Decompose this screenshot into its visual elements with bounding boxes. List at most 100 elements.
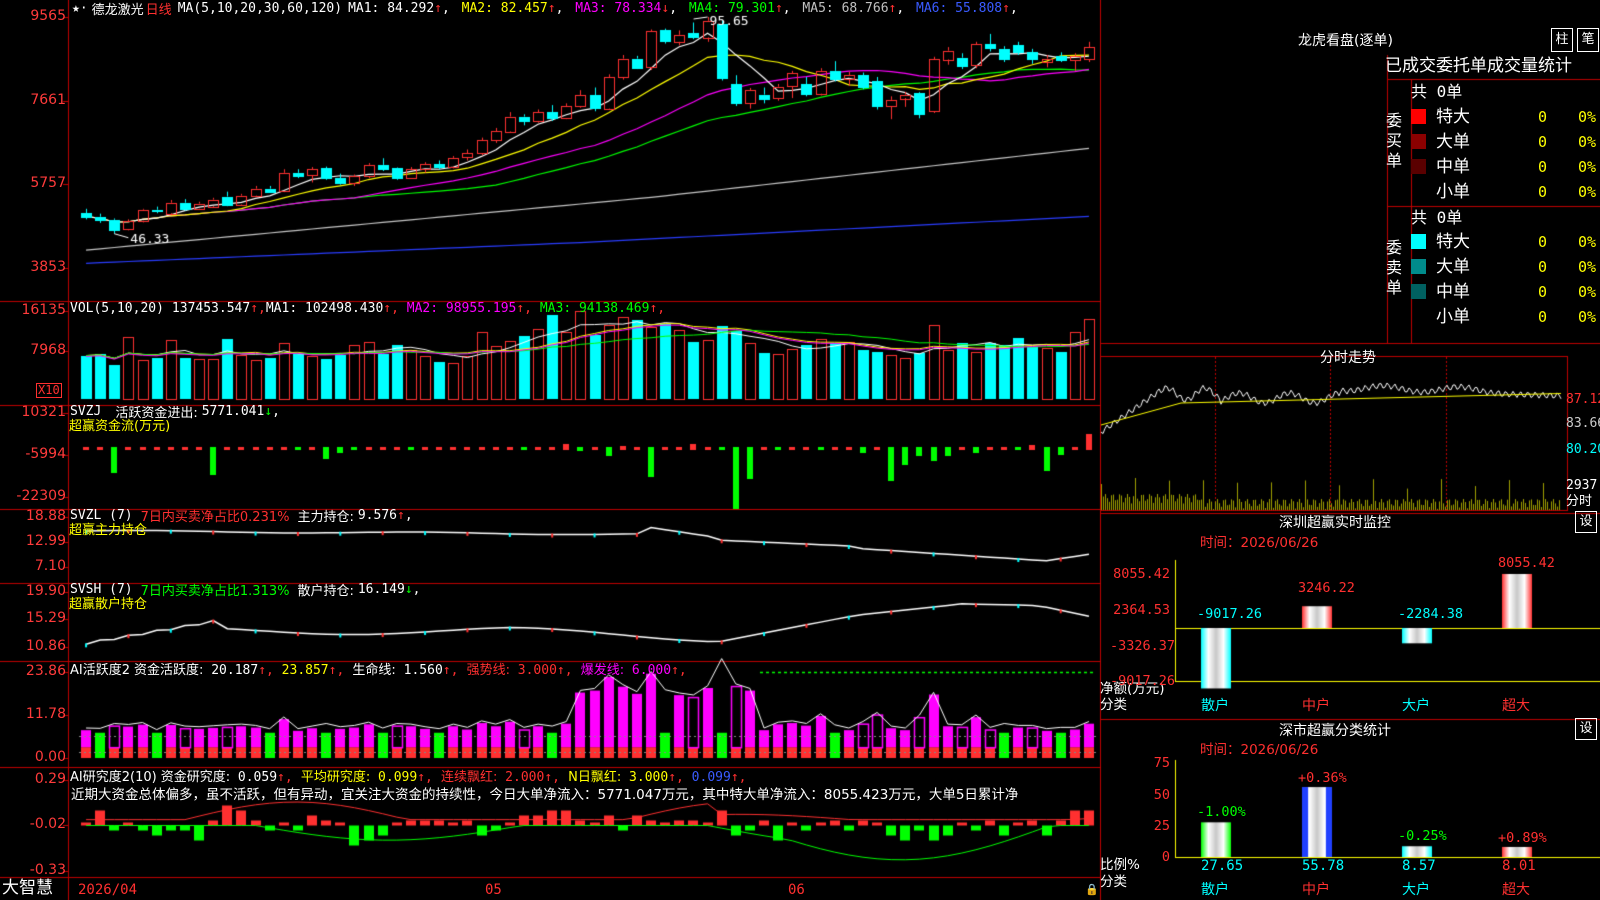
ai1-code: AI活跃度2 — [70, 662, 130, 678]
monitor-tick: -3326.37 — [1110, 638, 1176, 654]
monitor-settings-button[interactable]: 设 — [1575, 511, 1597, 533]
ma-value: 68.766 — [841, 0, 889, 16]
stats-value: 8.57 — [1402, 858, 1436, 874]
y-tick-label: -22309 — [16, 488, 66, 504]
monitor-category: 超大 — [1502, 698, 1530, 714]
date-label: 06 — [788, 882, 805, 898]
stats-value: 27.65 — [1201, 858, 1244, 874]
order-row-percent: 0% — [1578, 133, 1597, 151]
indicator-value: 0.059 — [230, 769, 278, 785]
vol-ma-value: 98955.195 — [445, 300, 517, 316]
indicator-value: 3.000 — [509, 662, 557, 678]
order-tab[interactable]: 已成交 — [1385, 55, 1436, 79]
vol-ma-values: MA1: 102498.430↑, MA2: 98955.195↑, MA3: … — [265, 300, 666, 316]
svzl-code: SVZL (7) — [70, 507, 133, 523]
intraday-title: 分时走势 — [1320, 350, 1376, 366]
order-tab[interactable]: 成交量 — [1487, 55, 1538, 79]
order-tab[interactable]: 统计 — [1538, 55, 1572, 79]
svsh-value: 16.149 — [357, 581, 405, 597]
stats-tick: 0 — [1161, 849, 1170, 865]
stats-value: 8.01 — [1502, 858, 1536, 874]
vol-params: VOL(5,10,20) — [70, 300, 164, 316]
monitor-tick: 8055.42 — [1113, 566, 1170, 582]
ma-arrow: ↑ — [434, 0, 442, 16]
period-label[interactable]: 日线 — [146, 0, 172, 18]
vol-ma-label: MA2: — [398, 300, 446, 316]
ma-label: MA6: — [908, 0, 956, 16]
order-color-swatch — [1411, 159, 1426, 174]
order-row-value: 0 — [1538, 258, 1548, 276]
monitor-tick: -9017.26 — [1110, 673, 1176, 689]
order-tabs: 已成交 委托单 成交量 统计 — [1385, 55, 1572, 79]
vol-ma-label: MA3: — [532, 300, 579, 316]
ma-label: MA5: — [794, 0, 842, 16]
indicator-label: 平均研究度: — [296, 769, 371, 785]
y-tick-label: 10321 — [21, 404, 66, 420]
ma-arrow: ↑ — [547, 0, 556, 16]
monitor-value: 3246.22 — [1298, 580, 1355, 596]
dragon-title: 龙虎看盘(逐单) — [1298, 33, 1393, 49]
ma-value: 55.808 — [955, 0, 1003, 16]
date-label: 05 — [485, 882, 502, 898]
order-tab[interactable]: 委托单 — [1436, 55, 1487, 79]
y-tick-label: 18.88 — [25, 508, 66, 524]
monitor-tick: 2364.53 — [1113, 602, 1170, 618]
brand-label[interactable]: 大智慧 — [2, 878, 53, 898]
indicator-label: N日飘红: — [563, 769, 622, 785]
order-row-percent: 0% — [1578, 183, 1597, 201]
lock-icon[interactable]: 🔒 — [1085, 882, 1099, 898]
tick-mode-button[interactable]: 笔 — [1577, 28, 1599, 52]
y-tick-label: -0.02 — [29, 816, 66, 832]
order-row-value: 0 — [1538, 233, 1548, 251]
indicator-value: 20.187 — [203, 662, 259, 678]
stats-settings-button[interactable]: 设 — [1575, 718, 1597, 740]
monitor-title: 深圳超赢实时监控 — [1279, 515, 1391, 531]
ma-label: MA1: — [348, 0, 388, 16]
indicator-label: 资金活跃度: — [134, 662, 204, 678]
y-tick-label: 10.86 — [25, 638, 66, 654]
svzj-code: SVZJ — [70, 403, 102, 419]
star-icon[interactable]: ★· — [72, 1, 88, 16]
main-header: ★· 德龙激光 日线 MA(5,10,20,30,60,120) MA1: 84… — [72, 0, 1018, 18]
indicator-label: 强势线: — [462, 662, 510, 678]
order-row-name: 中单 — [1436, 157, 1470, 177]
order-row-name: 小单 — [1436, 307, 1470, 327]
order-row-name: 小单 — [1436, 182, 1470, 202]
bar-mode-button[interactable]: 柱 — [1551, 28, 1573, 52]
y-tick-label: 16135 — [21, 302, 66, 318]
order-row-percent: 0% — [1578, 283, 1597, 301]
ma-label: MA3: — [567, 0, 615, 16]
ma-params: MA(5,10,20,30,60,120) — [177, 0, 343, 16]
stats-time: 时间：2026/06/26 — [1200, 742, 1319, 758]
ma-arrow: ↑ — [1002, 0, 1010, 16]
stats-change: -0.25% — [1398, 828, 1447, 844]
svsh-desc: 7日内买卖净占比1.313% — [140, 583, 290, 599]
y-tick-label: 7968 — [30, 342, 66, 358]
indicator-value: 0.099 — [683, 769, 731, 785]
stock-name[interactable]: 德龙激光 — [92, 0, 144, 18]
indicator-label: 生命线: — [348, 662, 396, 678]
order-row-value: 0 — [1538, 283, 1548, 301]
ai1-items: 资金活跃度: 20.187↑, 23.857↑, 生命线: 1.560↑, 强势… — [134, 662, 687, 678]
vol-value: 137453.547 — [171, 300, 251, 316]
monitor-value: -2284.38 — [1398, 606, 1464, 622]
intraday-vol-max: 2937 — [1566, 478, 1598, 493]
stats-change: -1.00% — [1197, 804, 1246, 820]
y-tick-label: 11.78 — [25, 706, 66, 722]
svzj-sub: 超赢资金流(万元) — [69, 419, 171, 434]
y-tick-label: 19.90 — [25, 583, 66, 599]
ma-values: MA1: 84.292↑, MA2: 82.457↑, MA3: 78.334↓… — [348, 0, 1018, 16]
svsh-code: SVSH (7) — [70, 581, 133, 597]
stats-tick: 50 — [1153, 787, 1170, 803]
ma-value: 82.457 — [500, 0, 548, 16]
order-color-swatch — [1411, 109, 1426, 124]
order-color-swatch — [1411, 134, 1426, 149]
ai2-items: 资金研究度: 0.059↑, 平均研究度: 0.099↑, 连续飘红: 2.00… — [160, 769, 747, 785]
y-tick-label: 7.10 — [34, 558, 66, 574]
order-row-percent: 0% — [1578, 233, 1597, 251]
indicator-label: 连续飘红: — [436, 769, 498, 785]
y-tick-label: 12.99 — [25, 533, 66, 549]
svzj-title: 活跃资金进出: — [115, 405, 198, 421]
order-side-label: 委卖单 — [1386, 238, 1403, 297]
stats-category: 中户 — [1302, 882, 1330, 898]
